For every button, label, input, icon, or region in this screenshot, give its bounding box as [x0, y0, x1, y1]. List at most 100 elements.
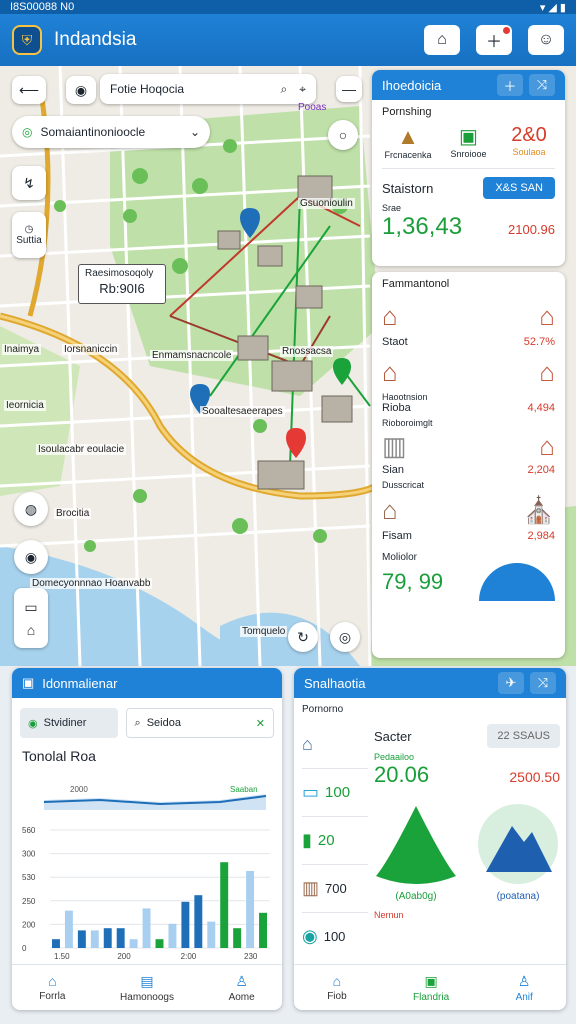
- building-icon: ⌂: [382, 356, 398, 387]
- card-badge[interactable]: 22 SSAUS: [487, 724, 560, 748]
- detail-row[interactable]: ⌂: [302, 720, 368, 768]
- notification-dot: [503, 27, 510, 34]
- tag-icon: ▣: [424, 972, 438, 989]
- property-panel: Fammantonol ⌂ ⌂ Staot 52.7% ⌂ ⌂ Haootnsi…: [372, 272, 565, 658]
- house-icon: ⌂: [539, 300, 555, 331]
- poi-icon[interactable]: ◍: [14, 492, 48, 526]
- compass-button[interactable]: ○: [328, 120, 358, 150]
- row-value: 2,204: [527, 464, 555, 476]
- nav-item-home[interactable]: ⌂ Forrla: [39, 973, 65, 1002]
- plus-icon[interactable]: ＋: [497, 74, 523, 96]
- close-icon[interactable]: —: [336, 76, 362, 102]
- sub-label: Srae: [382, 203, 402, 213]
- nav-item-messages[interactable]: ▤ Hamonoogs: [120, 973, 174, 1003]
- locate-icon[interactable]: ◎: [330, 622, 360, 652]
- search-icon: ⌕: [134, 716, 141, 729]
- temple-icon: ▲: [397, 124, 419, 149]
- shape-label-1: (A0ab0g): [395, 891, 437, 902]
- search-icon[interactable]: ⌕: [281, 82, 288, 97]
- chart-bar: [233, 928, 242, 948]
- location-icon[interactable]: ◉: [66, 76, 96, 104]
- mountain-icon: [376, 806, 456, 884]
- stat-button[interactable]: X&S SAN: [483, 177, 555, 199]
- card-sub-label: Pedaailoo: [374, 752, 415, 762]
- shuffle-icon[interactable]: ⤨: [529, 74, 555, 96]
- nav-item-flandria[interactable]: ▣ Flandria: [413, 973, 449, 1003]
- stats-panel: ▣ Idonmalienar ◉ Stvidiner ⌕ Seidoa ✕ To…: [12, 668, 282, 1010]
- add-button[interactable]: ＋: [476, 25, 512, 55]
- route-icon[interactable]: ↯: [12, 166, 46, 200]
- map-label-mid1: Enmamsnacncole: [150, 350, 234, 361]
- chart-bar: [194, 895, 203, 948]
- back-button[interactable]: ⟵: [12, 76, 46, 104]
- nav-anif-label: Anif: [515, 991, 533, 1003]
- close-icon[interactable]: ✕: [256, 717, 265, 730]
- y-tick-label: 0: [22, 944, 27, 953]
- status-bar: I8S00088 N0 ▾ ◢ ▮: [0, 0, 576, 14]
- card-side-value: 2500.50: [509, 769, 560, 785]
- icon-tile-2-label: Snroiooe: [450, 149, 487, 159]
- map-search-input[interactable]: Fotie Hoqocia ⌕ ⌖: [100, 74, 316, 104]
- row-value: 52.7%: [523, 336, 555, 348]
- chart-bar: [207, 921, 216, 948]
- status-icons: ▾ ◢ ▮: [539, 1, 566, 14]
- detail-row[interactable]: ◉ 100: [302, 912, 368, 960]
- y-tick-label: 560: [22, 826, 36, 835]
- stats-search-input[interactable]: ⌕ Seidoa ✕: [125, 708, 274, 738]
- nav-item-anif[interactable]: ♙ Anif: [516, 973, 533, 1003]
- rotate-icon[interactable]: ↻: [288, 622, 318, 652]
- y-tick-label: 300: [22, 850, 36, 859]
- flight-icon[interactable]: ✈: [498, 672, 524, 694]
- profile-icon[interactable]: ☺: [528, 25, 564, 55]
- home-icon[interactable]: ⌂: [424, 25, 460, 55]
- property-row[interactable]: Sian 2,204: [382, 464, 555, 476]
- layers-icon: ▭: [24, 598, 38, 615]
- castle-icon: ⌂: [302, 733, 313, 754]
- camera-icon[interactable]: ◉: [14, 540, 48, 574]
- bar-chart: 2000 Saaban 5603005302502000 1.50 200 2:00…: [22, 785, 270, 960]
- property-row[interactable]: Fisam 2,984: [382, 530, 555, 542]
- chart-bar: [90, 930, 99, 948]
- nav-print-label: Fiob: [327, 991, 347, 1002]
- chart-bar: [129, 939, 138, 948]
- detail-row[interactable]: ▭ 100: [302, 768, 368, 816]
- map-label-bottom-right: Tomquelo: [240, 626, 288, 637]
- icon-tile-1[interactable]: ▲ Frcnacenka: [382, 124, 434, 160]
- shape-label-2: (poatana): [496, 891, 540, 902]
- shape-card-1[interactable]: (A0ab0g): [374, 802, 458, 902]
- property-header: Fammantonol: [382, 278, 450, 290]
- nav-home-label: Forrla: [39, 991, 66, 1002]
- shape-card-2[interactable]: (poatana): [476, 802, 560, 902]
- stats-search-text: Seidoa: [146, 717, 181, 729]
- tab-active[interactable]: ◉ Stvidiner: [20, 708, 118, 738]
- map-label-mid2: Rnossacsa: [280, 346, 334, 357]
- layers-button[interactable]: ▭ ⌂: [14, 588, 48, 648]
- layer-dropdown[interactable]: ◎ Somaiantinonioocle ⌄: [12, 116, 210, 148]
- map-label-left1: Inaimya: [2, 344, 42, 355]
- detail-footer-label: Nernun: [374, 910, 404, 920]
- shuffle-icon[interactable]: ⤨: [530, 672, 556, 694]
- property-row[interactable]: Staot 52.7%: [382, 336, 555, 348]
- x-tick-label: 230: [244, 952, 258, 960]
- icon-tile-2[interactable]: ▣ Snroiooe: [443, 124, 495, 160]
- detail-row[interactable]: ▮ 20: [302, 816, 368, 864]
- side-info-button[interactable]: ◷ Suttia: [12, 212, 46, 258]
- detail-row[interactable]: ▥ 700: [302, 864, 368, 912]
- timer-icon: ◷: [24, 224, 34, 235]
- user-icon: ♙: [517, 972, 531, 989]
- pin-icon[interactable]: ⌖: [299, 82, 306, 97]
- detail-panel: Snalhaotia ✈ ⤨ Pornorno ⌂ ▭ 100 ▮ 20 ▥ 700 …: [294, 668, 566, 1010]
- y-tick-label: 200: [22, 920, 36, 929]
- property-row[interactable]: Rioba 4,494: [382, 402, 555, 414]
- row-header: Haootnsion: [382, 392, 428, 402]
- summary-panel: Ihoedoicia ＋ ⤨ Pornshing ▲ Frcnacenka ▣ …: [372, 70, 565, 266]
- message-icon: ▤: [140, 972, 154, 989]
- layer-dropdown-text: Somaiantinonioocle: [40, 125, 146, 139]
- nav-item-profile[interactable]: ♙ Aome: [229, 973, 255, 1003]
- nav-item-print[interactable]: ⌂ Fiob: [327, 973, 346, 1002]
- map-label-road: Isoulacabr eoulacie: [36, 444, 127, 455]
- legend-tag-2: Saaban: [230, 785, 258, 794]
- map-callout: Raesimosoqoly Rb:90I6: [78, 264, 166, 304]
- map-label-pin: Gsuonioulin: [298, 198, 355, 209]
- icon-tile-3[interactable]: 2&0 Soulaoa: [503, 124, 555, 160]
